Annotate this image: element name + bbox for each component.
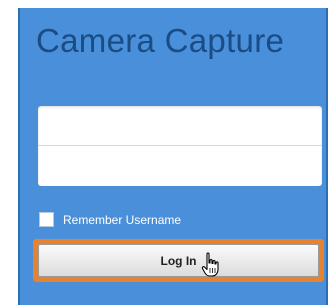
screen: Camera Capture Remember Username Log In: [0, 0, 336, 305]
username-field[interactable]: [38, 106, 322, 146]
credentials-box: [38, 106, 322, 186]
password-field[interactable]: [38, 146, 322, 186]
hand-pointer-icon: [201, 252, 219, 277]
app-title: Camera Capture: [36, 22, 285, 59]
login-panel: Camera Capture Remember Username Log In: [18, 8, 328, 305]
login-button[interactable]: Log In: [38, 244, 319, 277]
remember-username-checkbox[interactable]: [39, 212, 54, 227]
login-button-highlight: Log In: [33, 239, 324, 282]
remember-username-label: Remember Username: [63, 212, 182, 227]
remember-username-row[interactable]: Remember Username: [39, 212, 181, 227]
